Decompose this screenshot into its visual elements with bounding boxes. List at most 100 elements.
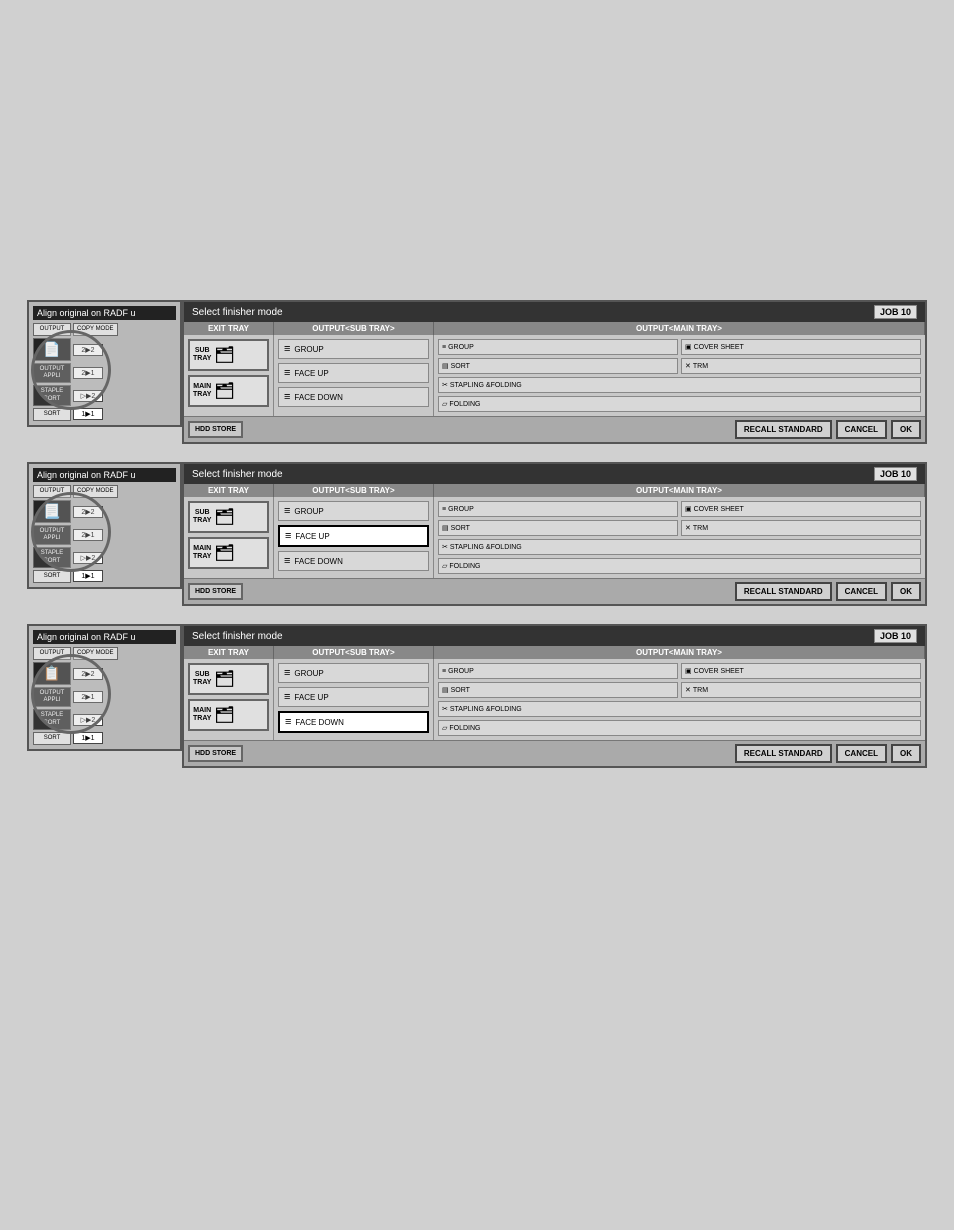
col-headers-2: EXIT TRAY OUTPUT<SUB TRAY> OUTPUT<MAIN T… <box>184 484 925 497</box>
columns-content-2: SUBTRAY 🗂 MAINTRAY 🗂 ≡ GROUP ≡ <box>184 497 925 578</box>
staple-sort-1[interactable]: STAPLESORT <box>33 385 71 405</box>
sub-tray-col-3: ≡ GROUP ≡ FACE UP ≡ FACE DOWN <box>274 659 434 740</box>
output-btn-1[interactable]: OUTPUT <box>33 323 71 336</box>
hdd-store-1[interactable]: HDD STORE <box>188 421 243 438</box>
main-row-2d: ▱ FOLDING <box>438 558 921 574</box>
output-icon-2[interactable]: 📃 <box>33 500 71 523</box>
copymode-btn-2[interactable]: COPY MODE <box>73 485 118 498</box>
face-down-icon-2: ≡ <box>284 555 290 567</box>
main-row-1d: ▱ FOLDING <box>438 396 921 412</box>
folding-3[interactable]: ▱ FOLDING <box>438 720 921 736</box>
sort-main-2[interactable]: ▤ SORT <box>438 520 678 536</box>
stapling-icon-3: ✂ <box>442 705 448 713</box>
sort-main-1[interactable]: ▤ SORT <box>438 358 678 374</box>
stapling-folding-2[interactable]: ✂ STAPLING &FOLDING <box>438 539 921 555</box>
ok-btn-3[interactable]: OK <box>891 744 921 763</box>
cover-sheet-2[interactable]: ▣ COVER SHEET <box>681 501 921 517</box>
group-main-2[interactable]: ≡ GROUP <box>438 501 678 517</box>
sort-1[interactable]: SORT <box>33 408 71 421</box>
bottom-bar-2: HDD STORE RECALL STANDARD CANCEL OK <box>184 578 925 604</box>
folding-1[interactable]: ▱ FOLDING <box>438 396 921 412</box>
main-tray-btn-3[interactable]: MAINTRAY 🗂 <box>188 699 269 731</box>
folding-2[interactable]: ▱ FOLDING <box>438 558 921 574</box>
sort-2[interactable]: SORT <box>33 570 71 583</box>
face-up-sub-2[interactable]: ≡ FACE UP <box>278 525 429 547</box>
sub-tray-btn-2[interactable]: SUBTRAY 🗂 <box>188 501 269 533</box>
group-main-icon-3: ≡ <box>442 668 446 675</box>
trm-icon-1: ✕ <box>685 362 691 370</box>
sort-3[interactable]: SORT <box>33 732 71 745</box>
face-down-sub-2[interactable]: ≡ FACE DOWN <box>278 551 429 571</box>
panel-title-3: Select finisher mode <box>192 631 283 642</box>
copymode-btn-1[interactable]: COPY MODE <box>73 323 118 336</box>
sub-tray-btn-1[interactable]: SUBTRAY 🗂 <box>188 339 269 371</box>
right-panel-3: Select finisher mode JOB 10 EXIT TRAY OU… <box>182 624 927 768</box>
copymode-btn-3[interactable]: COPY MODE <box>73 647 118 660</box>
main-row-3d: ▱ FOLDING <box>438 720 921 736</box>
cancel-btn-2[interactable]: CANCEL <box>836 582 887 601</box>
seq-3a: 2▶2 <box>73 668 103 680</box>
output-btn-2[interactable]: OUTPUT <box>33 485 71 498</box>
cancel-btn-3[interactable]: CANCEL <box>836 744 887 763</box>
ok-btn-2[interactable]: OK <box>891 582 921 601</box>
group-sub-2[interactable]: ≡ GROUP <box>278 501 429 521</box>
sub-tray-label-3: SUBTRAY <box>193 671 211 688</box>
sort-main-3[interactable]: ▤ SORT <box>438 682 678 698</box>
trm-1[interactable]: ✕ TRM <box>681 358 921 374</box>
group-sub-1[interactable]: ≡ GROUP <box>278 339 429 359</box>
group-sub-icon-3: ≡ <box>284 667 290 679</box>
panel-row-1: Align original on RADF u OUTPUT COPY MOD… <box>27 300 927 444</box>
sub-tray-btn-3[interactable]: SUBTRAY 🗂 <box>188 663 269 695</box>
sub-tray-header-2: OUTPUT<SUB TRAY> <box>274 484 434 497</box>
face-down-sub-1[interactable]: ≡ FACE DOWN <box>278 387 429 407</box>
face-down-icon-3: ≡ <box>285 716 291 728</box>
folding-icon-1: ▱ <box>442 400 447 408</box>
recall-standard-2[interactable]: RECALL STANDARD <box>735 582 832 601</box>
recall-standard-1[interactable]: RECALL STANDARD <box>735 420 832 439</box>
group-main-label-1: GROUP <box>448 344 474 351</box>
group-sub-icon-1: ≡ <box>284 343 290 355</box>
seq-2b: 2▶1 <box>73 529 103 541</box>
exit-tray-col-1: SUBTRAY 🗂 MAINTRAY 🗂 <box>184 335 274 416</box>
trm-3[interactable]: ✕ TRM <box>681 682 921 698</box>
hdd-store-3[interactable]: HDD STORE <box>188 745 243 762</box>
trm-2[interactable]: ✕ TRM <box>681 520 921 536</box>
face-down-label-3: FACE DOWN <box>295 718 343 727</box>
face-down-sub-3[interactable]: ≡ FACE DOWN <box>278 711 429 733</box>
cover-sheet-1[interactable]: ▣ COVER SHEET <box>681 339 921 355</box>
main-tray-col-3: ≡ GROUP ▣ COVER SHEET ▤ SORT <box>434 659 925 740</box>
sub-tray-col-2: ≡ GROUP ≡ FACE UP ≡ FACE DOWN <box>274 497 434 578</box>
output-appli-3[interactable]: OUTPUTAPPLI <box>33 687 71 707</box>
output-appli-1[interactable]: OUTPUTAPPLI <box>33 363 71 383</box>
stapling-folding-3[interactable]: ✂ STAPLING &FOLDING <box>438 701 921 717</box>
sub-tray-header-1: OUTPUT<SUB TRAY> <box>274 322 434 335</box>
left-header-3: Align original on RADF u <box>33 630 176 644</box>
trm-label-3: TRM <box>693 687 708 694</box>
cover-sheet-3[interactable]: ▣ COVER SHEET <box>681 663 921 679</box>
group-main-3[interactable]: ≡ GROUP <box>438 663 678 679</box>
sub-tray-header-3: OUTPUT<SUB TRAY> <box>274 646 434 659</box>
main-tray-btn-2[interactable]: MAINTRAY 🗂 <box>188 537 269 569</box>
group-main-icon-2: ≡ <box>442 506 446 513</box>
cancel-btn-1[interactable]: CANCEL <box>836 420 887 439</box>
staple-sort-2[interactable]: STAPLESORT <box>33 547 71 567</box>
job-badge-2: JOB 10 <box>874 467 917 481</box>
main-tray-btn-1[interactable]: MAINTRAY 🗂 <box>188 375 269 407</box>
face-up-sub-1[interactable]: ≡ FACE UP <box>278 363 429 383</box>
seq-1b: 2▶1 <box>73 367 103 379</box>
output-btn-3[interactable]: OUTPUT <box>33 647 71 660</box>
stapling-folding-1[interactable]: ✂ STAPLING &FOLDING <box>438 377 921 393</box>
output-icon-3[interactable]: 📋 <box>33 662 71 685</box>
seq-3c: ▷▶2 <box>73 714 103 726</box>
staple-sort-3[interactable]: STAPLESORT <box>33 709 71 729</box>
face-up-sub-3[interactable]: ≡ FACE UP <box>278 687 429 707</box>
group-sub-3[interactable]: ≡ GROUP <box>278 663 429 683</box>
recall-standard-3[interactable]: RECALL STANDARD <box>735 744 832 763</box>
group-main-1[interactable]: ≡ GROUP <box>438 339 678 355</box>
hdd-store-2[interactable]: HDD STORE <box>188 583 243 600</box>
output-icon-1[interactable]: 📄 <box>33 338 71 361</box>
cover-sheet-icon-3: ▣ <box>685 667 692 675</box>
sub-tray-icon-1: 🗂 <box>214 345 234 365</box>
ok-btn-1[interactable]: OK <box>891 420 921 439</box>
output-appli-2[interactable]: OUTPUTAPPLI <box>33 525 71 545</box>
